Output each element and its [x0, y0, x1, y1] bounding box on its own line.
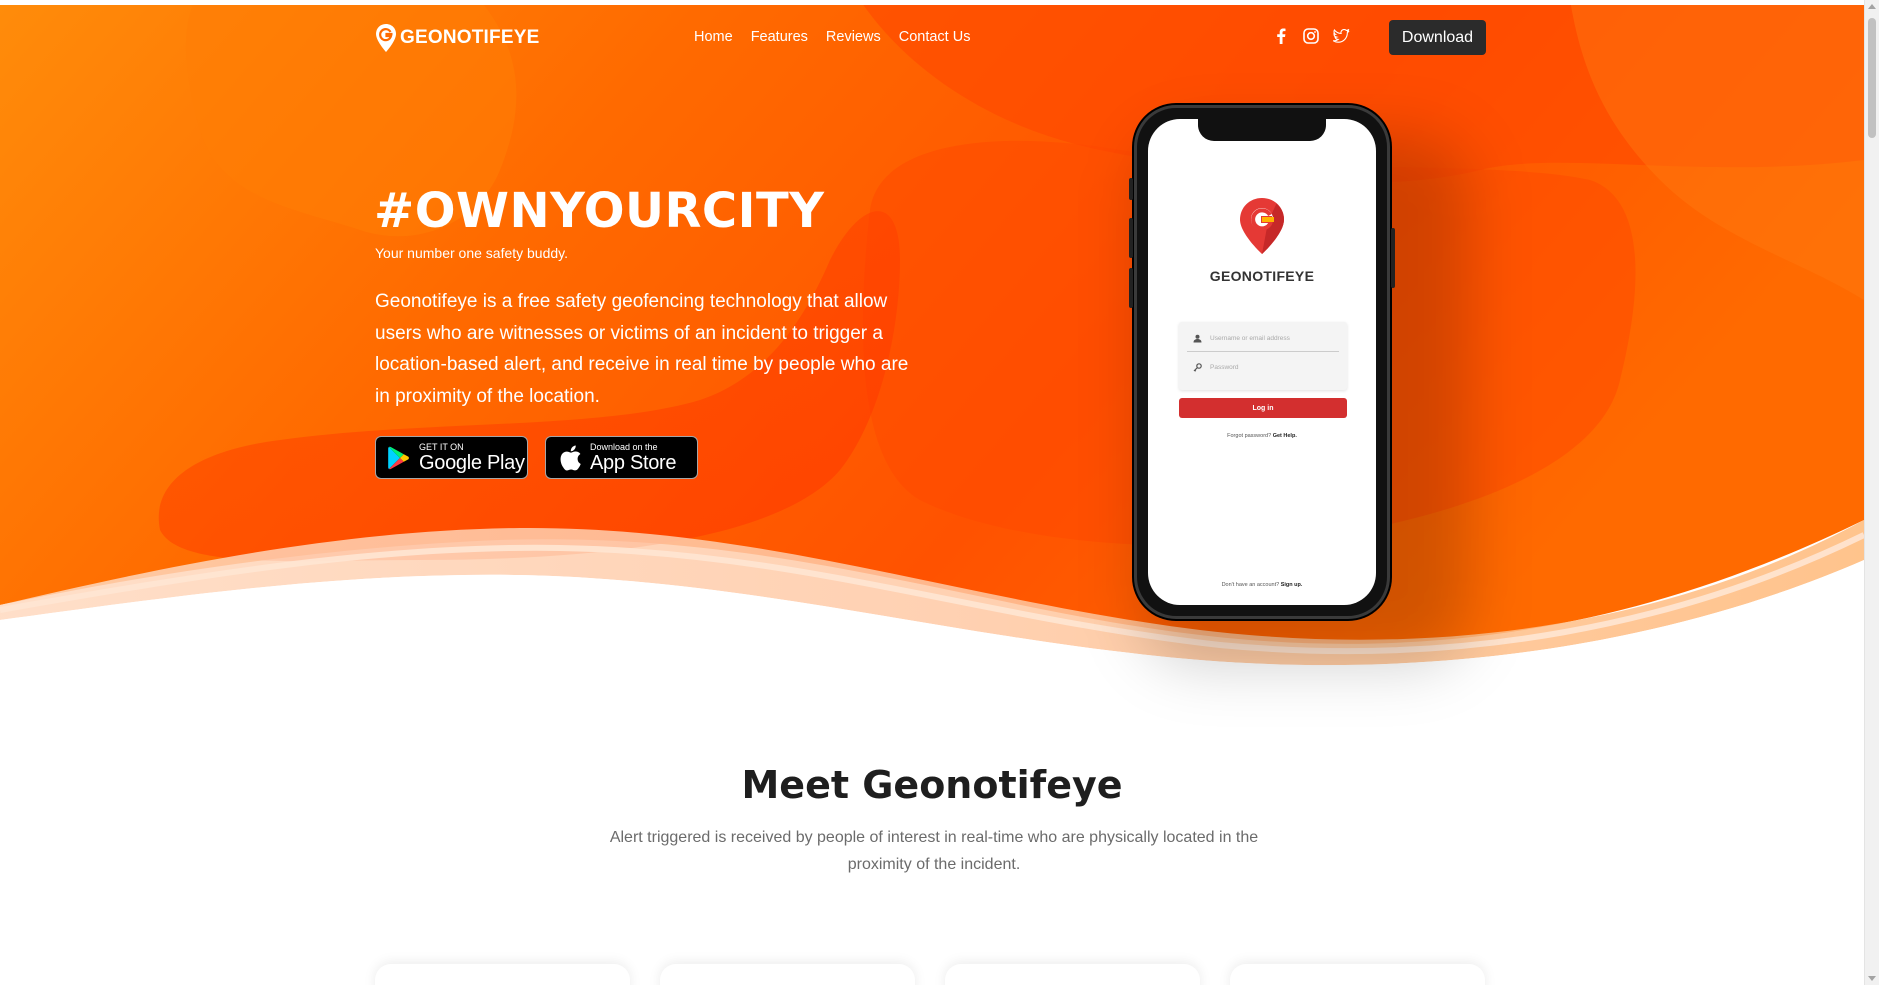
username-field[interactable]: Username or email address	[1187, 326, 1339, 352]
feature-card	[945, 964, 1200, 985]
nav-link-features[interactable]: Features	[751, 29, 808, 45]
user-icon	[1193, 334, 1202, 343]
map-pin-g-icon	[376, 24, 396, 52]
feature-card	[660, 964, 915, 985]
feature-card	[375, 964, 630, 985]
feature-cards	[375, 964, 1485, 985]
google-play-button[interactable]: GET IT ON Google Play	[375, 436, 528, 479]
phone-volume-up-button	[1129, 218, 1133, 258]
hero-description: Geonotifeye is a free safety geofencing …	[375, 286, 915, 412]
app-logo-icon	[1240, 198, 1284, 254]
hero-background	[0, 0, 1864, 700]
twitter-icon[interactable]	[1332, 27, 1350, 45]
apple-icon	[560, 445, 581, 471]
signup-text: Don't have an account? Sign up.	[1148, 582, 1376, 588]
forgot-password-label: Forgot password?	[1227, 433, 1272, 439]
forgot-password-text: Forgot password? Get Help.	[1148, 433, 1376, 439]
app-store-big-text: App Store	[590, 451, 677, 474]
nav-link-home[interactable]: Home	[694, 29, 733, 45]
meet-section-description: Alert triggered is received by people of…	[609, 829, 1259, 873]
signup-link[interactable]: Sign up.	[1281, 582, 1303, 588]
password-placeholder: Password	[1210, 363, 1239, 371]
hero-description-text: Geonotifeye is a free safety geofencing …	[375, 291, 909, 407]
nav-links: Home Features Reviews Contact Us	[694, 29, 988, 45]
scroll-up-arrow-icon[interactable]	[1868, 4, 1876, 9]
app-store-texts: Download on the App Store	[590, 441, 677, 474]
google-play-icon	[388, 446, 409, 469]
get-help-link[interactable]: Get Help.	[1273, 433, 1297, 439]
phone-side-button	[1129, 178, 1133, 200]
app-store-small-text: Download on the	[590, 441, 658, 452]
social-links	[1272, 27, 1350, 45]
phone-mockup: GEONOTIFEYE Username or email address Pa…	[1129, 105, 1395, 619]
app-name: GEONOTIFEYE	[1209, 268, 1315, 284]
hero-title: #OWNYOURCITY	[374, 183, 825, 239]
google-play-big-text: Google Play	[419, 451, 525, 474]
login-button[interactable]: Log in	[1179, 398, 1347, 418]
facebook-icon[interactable]	[1272, 27, 1290, 45]
app-store-button[interactable]: Download on the App Store	[545, 436, 698, 479]
nav-link-contact[interactable]: Contact Us	[899, 29, 971, 45]
password-field[interactable]: Password	[1187, 354, 1339, 380]
instagram-icon[interactable]	[1302, 27, 1320, 45]
navbar: GEONOTIFEYE Home Features Reviews Contac…	[0, 5, 1864, 69]
signup-label: Don't have an account?	[1221, 582, 1280, 588]
vertical-scrollbar[interactable]	[1864, 0, 1879, 985]
feature-card	[1230, 964, 1485, 985]
download-button[interactable]: Download	[1389, 20, 1486, 55]
phone-notch	[1198, 119, 1326, 141]
meet-section-title: Meet Geonotifeye	[741, 763, 1123, 807]
phone-volume-down-button	[1129, 268, 1133, 308]
page: GEONOTIFEYE Home Features Reviews Contac…	[0, 0, 1864, 985]
phone-screen: GEONOTIFEYE Username or email address Pa…	[1148, 119, 1376, 605]
scrollbar-thumb[interactable]	[1868, 18, 1876, 138]
phone-power-button	[1391, 228, 1395, 288]
key-icon	[1193, 362, 1202, 372]
login-form: Username or email address Password	[1179, 322, 1347, 390]
brand-logo[interactable]: GEONOTIFEYE	[375, 23, 539, 53]
google-play-texts: GET IT ON Google Play	[419, 442, 525, 474]
brand-name: GEONOTIFEYE	[400, 27, 540, 48]
google-play-small-text: GET IT ON	[419, 441, 464, 452]
username-placeholder: Username or email address	[1210, 335, 1290, 342]
scroll-down-arrow-icon[interactable]	[1868, 976, 1876, 981]
nav-link-reviews[interactable]: Reviews	[826, 29, 881, 45]
hero-subtitle: Your number one safety buddy.	[375, 245, 569, 261]
